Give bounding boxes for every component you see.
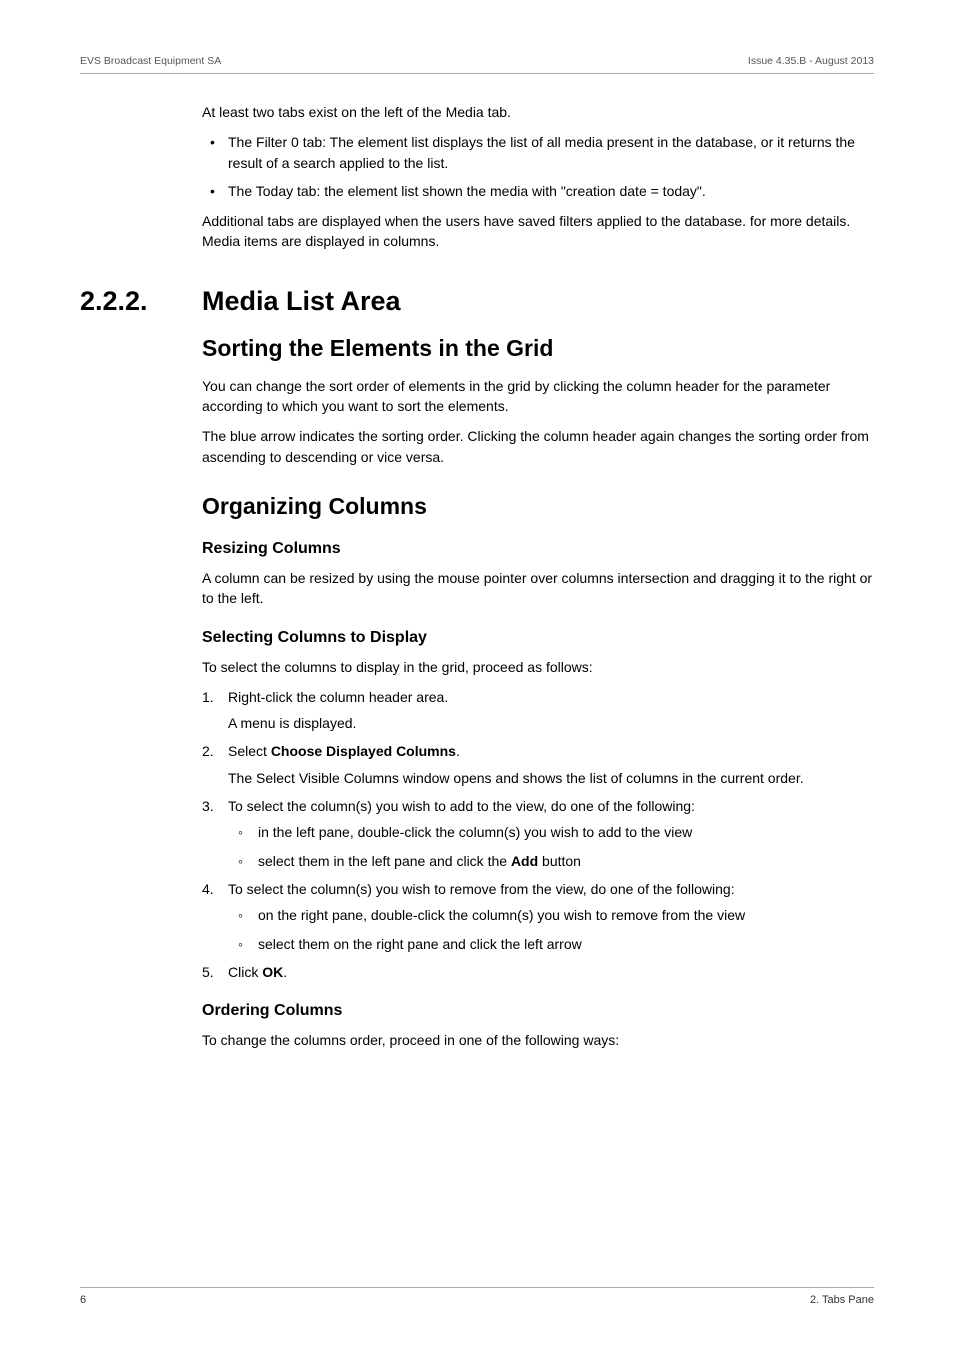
sub-text-bold: Add bbox=[511, 853, 538, 869]
body-paragraph: To select the columns to display in the … bbox=[202, 657, 874, 677]
step-text: To select the column(s) you wish to add … bbox=[228, 798, 695, 814]
sub-text-pre: select them in the left pane and click t… bbox=[258, 853, 511, 869]
step-sub-paragraph: The Select Visible Columns window opens … bbox=[228, 768, 874, 788]
subsubsection-heading: Selecting Columns to Display bbox=[202, 629, 874, 647]
header-right: Issue 4.35.B - August 2013 bbox=[748, 55, 874, 67]
sub-bullet-list: in the left pane, double-click the colum… bbox=[228, 822, 874, 871]
step-text-bold: Choose Displayed Columns bbox=[271, 743, 456, 759]
footer-section-label: 2. Tabs Pane bbox=[810, 1294, 874, 1306]
intro-bullet-list: The Filter 0 tab: The element list displ… bbox=[202, 132, 874, 201]
sub-bullet-list: on the right pane, double-click the colu… bbox=[228, 905, 874, 954]
footer-page-number: 6 bbox=[80, 1294, 86, 1306]
header-left: EVS Broadcast Equipment SA bbox=[80, 55, 221, 67]
step-text: To select the column(s) you wish to remo… bbox=[228, 881, 735, 897]
page-footer: 6 2. Tabs Pane bbox=[80, 1287, 874, 1306]
intro-paragraph: Additional tabs are displayed when the u… bbox=[202, 211, 874, 252]
step-text-post: . bbox=[283, 964, 287, 980]
body-paragraph: To change the columns order, proceed in … bbox=[202, 1030, 874, 1050]
list-item: To select the column(s) you wish to add … bbox=[202, 796, 874, 871]
list-item: Click OK. bbox=[202, 962, 874, 982]
step-sub-paragraph: A menu is displayed. bbox=[228, 713, 874, 733]
subsection-heading: Organizing Columns bbox=[202, 493, 874, 520]
page-content: At least two tabs exist on the left of t… bbox=[80, 74, 874, 1050]
section-number: 2.2.2. bbox=[80, 286, 202, 317]
list-item: The Filter 0 tab: The element list displ… bbox=[202, 132, 874, 173]
step-text-bold: OK bbox=[262, 964, 283, 980]
body-paragraph: The blue arrow indicates the sorting ord… bbox=[202, 426, 874, 467]
subsubsection-heading: Resizing Columns bbox=[202, 540, 874, 558]
section-heading: 2.2.2. Media List Area bbox=[80, 286, 874, 317]
intro-paragraph: At least two tabs exist on the left of t… bbox=[202, 102, 874, 122]
body-paragraph: You can change the sort order of element… bbox=[202, 376, 874, 417]
procedure-list: Right-click the column header area. A me… bbox=[202, 687, 874, 982]
sub-text-post: button bbox=[538, 853, 581, 869]
subsection-heading: Sorting the Elements in the Grid bbox=[202, 335, 874, 362]
body-paragraph: A column can be resized by using the mou… bbox=[202, 568, 874, 609]
list-item: Right-click the column header area. A me… bbox=[202, 687, 874, 734]
list-item: select them on the right pane and click … bbox=[228, 934, 874, 954]
step-text-pre: Click bbox=[228, 964, 262, 980]
step-text: Right-click the column header area. bbox=[228, 689, 448, 705]
list-item: To select the column(s) you wish to remo… bbox=[202, 879, 874, 954]
subsubsection-heading: Ordering Columns bbox=[202, 1002, 874, 1020]
list-item: in the left pane, double-click the colum… bbox=[228, 822, 874, 842]
list-item: Select Choose Displayed Columns. The Sel… bbox=[202, 741, 874, 788]
step-text-pre: Select bbox=[228, 743, 271, 759]
list-item: on the right pane, double-click the colu… bbox=[228, 905, 874, 925]
page: EVS Broadcast Equipment SA Issue 4.35.B … bbox=[0, 0, 954, 1350]
list-item: The Today tab: the element list shown th… bbox=[202, 181, 874, 201]
step-text-post: . bbox=[456, 743, 460, 759]
page-header: EVS Broadcast Equipment SA Issue 4.35.B … bbox=[80, 55, 874, 74]
list-item: select them in the left pane and click t… bbox=[228, 851, 874, 871]
section-title: Media List Area bbox=[202, 286, 401, 317]
